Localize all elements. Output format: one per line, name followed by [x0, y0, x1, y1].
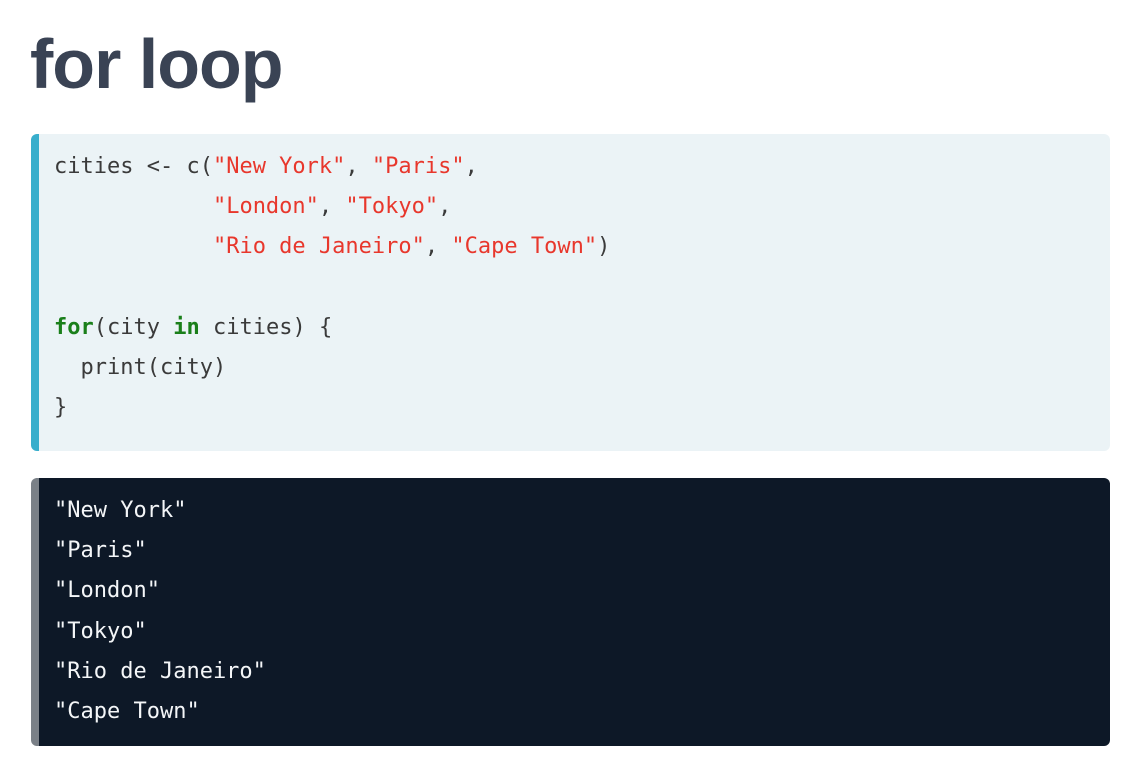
code-line-6: print(city) [54, 355, 227, 381]
code-line-3: "Rio de Janeiro", "Cape Town") [54, 234, 610, 259]
output-lines: "New York" "Paris" "London" "Tokyo" "Rio… [54, 491, 266, 732]
keyword: for [54, 314, 94, 340]
code-token: , [464, 154, 478, 179]
code-token: ) [597, 234, 611, 260]
page-title: for loop [30, 25, 283, 103]
code-line-5: for(city in cities) { [54, 315, 332, 340]
output-line: "London" [54, 578, 160, 604]
code-token: , [345, 154, 372, 179]
code-line-7: } [54, 395, 68, 421]
code-text: cities <- c("New York", "Paris", "London… [54, 147, 610, 428]
string-literal: "Rio de Janeiro" [212, 234, 425, 260]
code-token: (city [93, 314, 174, 340]
output-line: "New York" [54, 498, 187, 523]
code-line-2: "London", "Tokyo", [54, 194, 451, 219]
output-block: "New York" "Paris" "London" "Tokyo" "Rio… [31, 478, 1110, 746]
string-literal: "Cape Town" [451, 234, 598, 260]
code-token: cities <- c( [54, 154, 213, 179]
keyword: in [173, 314, 200, 340]
code-line-1: cities <- c("New York", "Paris", [54, 154, 478, 179]
output-line: "Rio de Janeiro" [54, 658, 266, 684]
output-line: "Cape Town" [54, 699, 200, 725]
code-token: , [438, 194, 452, 220]
string-literal: "London" [212, 194, 319, 220]
string-literal: "New York" [212, 154, 346, 179]
output-line: "Tokyo" [54, 618, 147, 644]
code-block: cities <- c("New York", "Paris", "London… [31, 134, 1110, 451]
code-token: , [318, 194, 346, 220]
string-literal: "Tokyo" [345, 194, 439, 220]
string-literal: "Paris" [371, 154, 465, 179]
code-token: cities) { [199, 314, 333, 340]
page: for loop cities <- c("New York", "Paris"… [0, 0, 1132, 772]
output-line: "Paris" [54, 538, 147, 564]
code-token: , [424, 234, 452, 260]
